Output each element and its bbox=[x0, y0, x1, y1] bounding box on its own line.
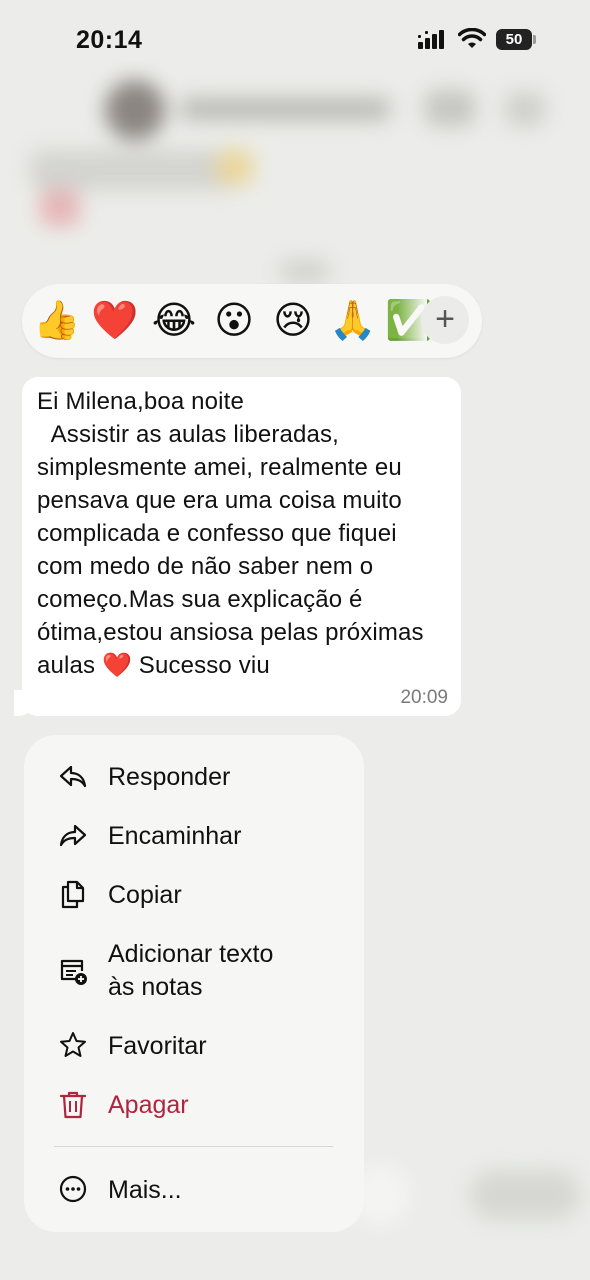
reply-icon bbox=[59, 765, 87, 788]
contact-avatar bbox=[105, 80, 165, 140]
message-text: Ei Milena,boa noite Assistir as aulas li… bbox=[37, 388, 424, 679]
more-reactions-button[interactable]: + bbox=[421, 296, 469, 344]
more-icon bbox=[59, 1175, 87, 1203]
reaction-crying[interactable]: 😢 bbox=[268, 296, 318, 346]
previous-message-blurred bbox=[30, 150, 240, 190]
menu-item-label: Encaminhar bbox=[108, 822, 242, 850]
copy-icon bbox=[61, 880, 85, 909]
status-time: 20:14 bbox=[76, 26, 143, 54]
message-bubble[interactable]: Ei Milena,boa noite Assistir as aulas li… bbox=[22, 377, 461, 716]
reaction-tears-of-joy[interactable]: 😂 bbox=[149, 296, 199, 346]
reaction-picker: 👍 ❤️ 😂 😮 😢 🙏 ✅ + bbox=[22, 284, 482, 358]
previous-emoji-blurred bbox=[215, 148, 255, 186]
contact-name-blurred bbox=[180, 98, 390, 120]
reaction-thumbs-up[interactable]: 👍 bbox=[32, 296, 82, 346]
reaction-folded-hands[interactable]: 🙏 bbox=[328, 296, 378, 346]
video-call-icon bbox=[425, 90, 475, 126]
add-to-notes-icon bbox=[60, 959, 87, 985]
message-context-menu: Responder Encaminhar Copiar Adicionar te… bbox=[24, 735, 364, 1232]
forward-icon bbox=[59, 824, 87, 847]
menu-item-label: Apagar bbox=[108, 1091, 189, 1119]
trash-icon bbox=[59, 1091, 87, 1119]
reaction-surprised[interactable]: 😮 bbox=[209, 296, 259, 346]
battery-indicator: 50 bbox=[496, 29, 532, 50]
menu-item-label: Adicionar texto às notas bbox=[108, 940, 274, 1001]
menu-item-label: Responder bbox=[108, 763, 231, 791]
wifi-icon bbox=[458, 28, 486, 48]
cellular-signal-icon bbox=[418, 30, 444, 49]
composer-actions-blurred bbox=[470, 1170, 580, 1220]
menu-item-label: Copiar bbox=[108, 881, 182, 909]
menu-item-label: Mais... bbox=[108, 1176, 182, 1204]
status-bar: 20:14 50 bbox=[0, 0, 590, 80]
menu-item-label: Favoritar bbox=[108, 1032, 207, 1060]
battery-nub bbox=[533, 35, 536, 44]
menu-divider bbox=[54, 1146, 333, 1147]
star-icon bbox=[60, 1032, 86, 1057]
date-chip-blurred bbox=[280, 260, 330, 282]
reaction-red-heart[interactable]: ❤️ bbox=[90, 296, 140, 346]
voice-call-icon bbox=[505, 92, 545, 126]
message-timestamp: 20:09 bbox=[400, 687, 448, 708]
previous-reaction-blurred bbox=[40, 190, 80, 226]
